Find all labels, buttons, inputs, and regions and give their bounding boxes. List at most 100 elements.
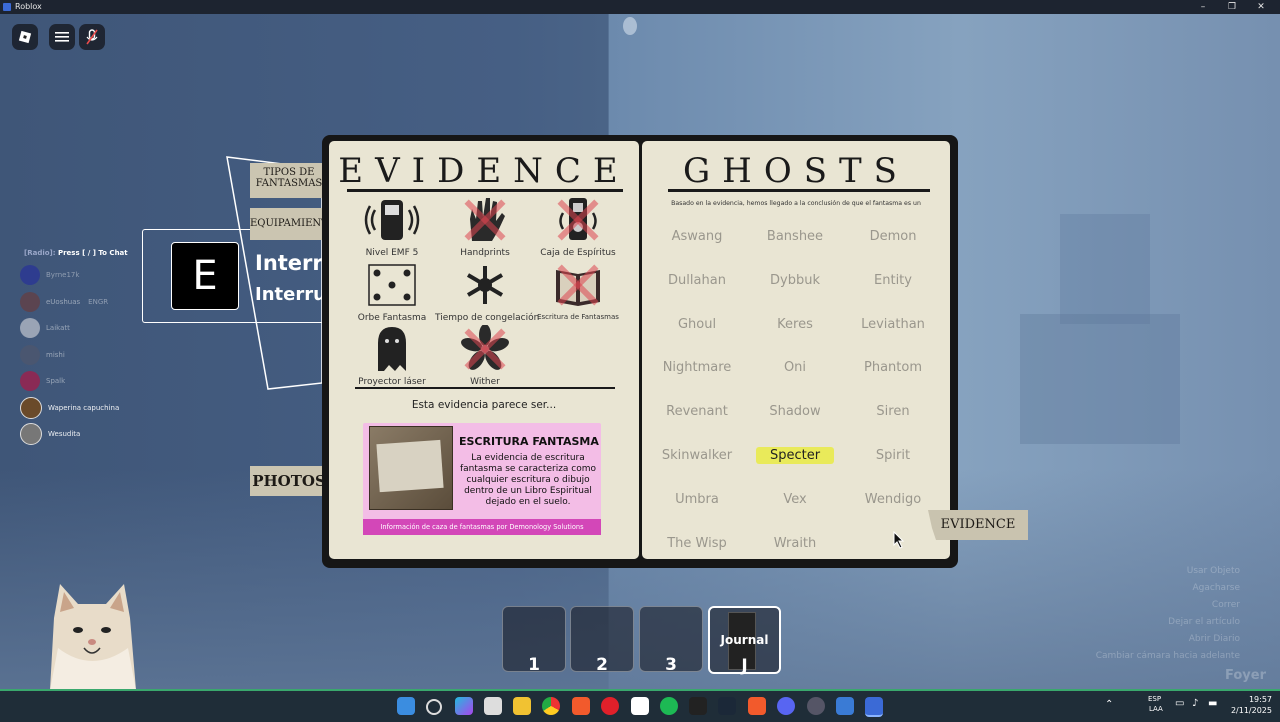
snowflake-icon	[455, 258, 515, 312]
player-row[interactable]: Waperina capuchina	[16, 395, 176, 422]
ghost-skinwalker[interactable]: Skinwalker	[649, 448, 745, 463]
title-rule	[347, 189, 623, 192]
player-row[interactable]: Spalk	[16, 368, 176, 395]
ghost-spirit[interactable]: Spirit	[845, 448, 941, 463]
player-row[interactable]: mishi	[16, 342, 176, 369]
tab-evidence[interactable]: EVIDENCE	[928, 510, 1028, 540]
microphone-muted-icon[interactable]	[79, 24, 105, 50]
avatar	[20, 396, 42, 419]
hotbar-slot-2[interactable]: 2	[570, 606, 634, 675]
app-icon-2[interactable]	[836, 697, 854, 715]
avatar	[20, 423, 42, 446]
player-name: Laikatt	[46, 324, 70, 333]
player-row[interactable]: Wesudita	[16, 421, 176, 448]
ghost-dullahan[interactable]: Dullahan	[649, 273, 745, 288]
hamburger-menu-icon[interactable]	[49, 24, 75, 50]
ghost-vex[interactable]: Vex	[747, 492, 843, 507]
brave-icon-2[interactable]	[748, 697, 766, 715]
mouse-cursor-icon	[893, 531, 905, 549]
ghost-nightmare[interactable]: Nightmare	[649, 360, 745, 375]
opera-icon[interactable]	[601, 697, 619, 715]
discord-icon[interactable]	[777, 697, 795, 715]
evidence-ghost-writing[interactable]: Escritura de Fantasmas	[528, 258, 628, 321]
ghost-keres[interactable]: Keres	[747, 317, 843, 332]
tab-tipos-de-fantasmas[interactable]: TIPOS DE FANTASMAS	[250, 163, 328, 198]
player-name: mishi	[46, 350, 65, 359]
window-title: Roblox	[15, 2, 42, 11]
ghost-phantom[interactable]: Phantom	[845, 360, 941, 375]
evidence-ghost-orb[interactable]: Orbe Fantasma	[342, 258, 442, 323]
clock-time[interactable]: 19:57	[1236, 695, 1272, 704]
hotbar-slot-3[interactable]: 3	[639, 606, 703, 675]
evidence-spirit-box[interactable]: Caja de Espíritus	[528, 193, 628, 258]
avatar	[20, 265, 40, 286]
notion-icon[interactable]	[631, 697, 649, 715]
hotbar-slot-1[interactable]: 1	[502, 606, 566, 675]
avatar	[20, 344, 40, 365]
slot-label: Journal	[720, 633, 769, 647]
spirit-book-icon	[548, 258, 608, 312]
ghost-leviathan[interactable]: Leviathan	[845, 317, 941, 332]
steam-icon[interactable]	[718, 697, 736, 715]
store-icon[interactable]	[484, 697, 502, 715]
evidence-handprints[interactable]: Handprints	[435, 193, 535, 258]
ghost-entity[interactable]: Entity	[845, 273, 941, 288]
minimize-icon[interactable]: –	[1192, 0, 1214, 14]
conclusion-text: Basado en la evidencia, hemos llegado a …	[671, 200, 921, 207]
ghost-specter[interactable]: Specter	[747, 447, 843, 464]
hotbar-slot-journal[interactable]: Journal J	[708, 606, 781, 676]
card-footer: Información de caza de fantasmas por Dem…	[363, 519, 601, 535]
tray-chevron-icon[interactable]: ⌃	[1105, 699, 1113, 710]
evidence-title: EVIDENCE	[338, 151, 630, 191]
handprint-icon	[455, 193, 515, 247]
app-icon[interactable]	[807, 697, 825, 715]
evidence-label: Caja de Espíritus	[540, 248, 616, 258]
roblox-menu-button[interactable]	[12, 24, 38, 50]
ghost-shadow[interactable]: Shadow	[747, 404, 843, 419]
ghost-oni[interactable]: Oni	[747, 360, 843, 375]
spotify-icon[interactable]	[660, 697, 678, 715]
windows-start-icon[interactable]	[397, 697, 415, 715]
tab-equipamiento[interactable]: EQUIPAMIENTO	[250, 208, 336, 240]
evidence-wither[interactable]: Wither	[435, 322, 535, 387]
close-icon[interactable]: ✕	[1250, 0, 1272, 14]
ghost-demon[interactable]: Demon	[845, 229, 941, 244]
ghost-revenant[interactable]: Revenant	[649, 404, 745, 419]
restore-icon[interactable]: ❐	[1221, 0, 1243, 14]
clock-date[interactable]: 2/11/2025	[1226, 706, 1272, 715]
hint-item: Dejar el artículo	[1168, 617, 1240, 627]
card-body: La evidencia de escritura fantasma se ca…	[459, 453, 597, 507]
chrome-icon[interactable]	[542, 697, 560, 715]
ghost-banshee[interactable]: Banshee	[747, 229, 843, 244]
evidence-laser-projector[interactable]: Proyector láser	[342, 322, 442, 387]
roblox-taskbar-icon[interactable]	[865, 697, 883, 717]
terminal-icon[interactable]	[689, 697, 707, 715]
volume-icon[interactable]: ♪	[1192, 698, 1198, 709]
ghost-wraith[interactable]: Wraith	[747, 536, 843, 551]
ghost-the-wisp[interactable]: The Wisp	[649, 536, 745, 551]
ghost-aswang[interactable]: Aswang	[649, 229, 745, 244]
network-icon[interactable]: ▭	[1175, 698, 1184, 709]
ghost-umbra[interactable]: Umbra	[649, 492, 745, 507]
roblox-app-icon	[3, 3, 11, 11]
evidence-emf[interactable]: Nivel EMF 5	[342, 193, 442, 258]
search-icon[interactable]	[426, 699, 442, 715]
tab-photos[interactable]: PHOTOS	[250, 466, 328, 496]
ghost-siren[interactable]: Siren	[845, 404, 941, 419]
copilot-icon[interactable]	[455, 697, 473, 715]
evidence-label: Nivel EMF 5	[365, 248, 419, 258]
spirit-box-icon	[548, 193, 608, 247]
cat-overlay-image	[50, 584, 136, 690]
ghost-dybbuk[interactable]: Dybbuk	[747, 273, 843, 288]
evidence-freezing-temps[interactable]: Tiempo de congelación	[435, 258, 539, 323]
evidence-label: Proyector láser	[358, 377, 426, 387]
brave-icon[interactable]	[572, 697, 590, 715]
lang-indicator[interactable]: ESP	[1148, 695, 1161, 703]
ghost-ghoul[interactable]: Ghoul	[649, 317, 745, 332]
file-explorer-icon[interactable]	[513, 697, 531, 715]
battery-icon[interactable]: ▬	[1208, 698, 1217, 709]
hint-item: Usar Objeto	[1186, 566, 1240, 576]
slot-number: 3	[665, 655, 677, 675]
evidence-label: Escritura de Fantasmas	[537, 313, 619, 321]
ghost-wendigo[interactable]: Wendigo	[845, 492, 941, 507]
